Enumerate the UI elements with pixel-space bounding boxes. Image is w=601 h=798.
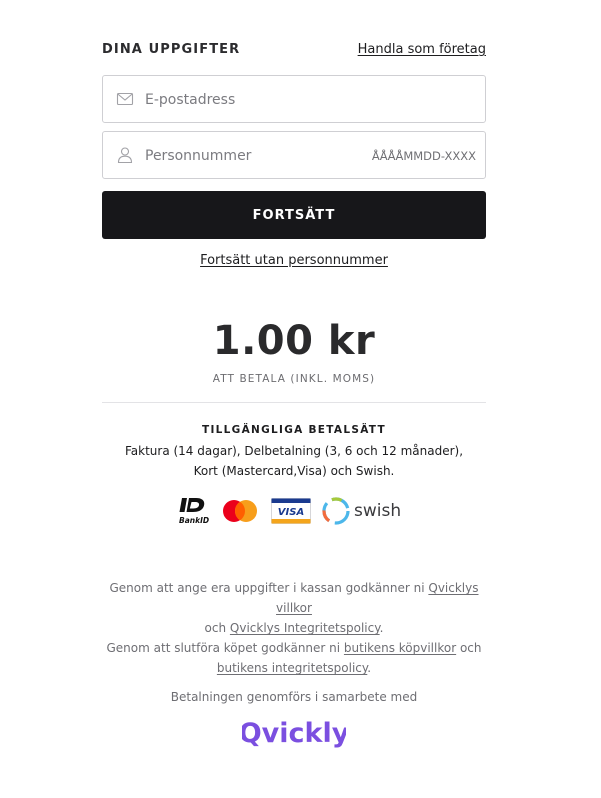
email-input[interactable] <box>145 88 365 112</box>
divider <box>102 402 486 403</box>
continue-without-ssn-link[interactable]: Fortsätt utan personnummer <box>200 253 388 268</box>
email-field[interactable] <box>102 75 486 123</box>
store-terms-link[interactable]: butikens köpvillkor <box>344 641 456 655</box>
legal-line1-prefix: Genom att ange era uppgifter i kassan go… <box>109 581 429 595</box>
amount-total: 1.00 kr <box>212 318 376 364</box>
payment-logos: BankID VISA swish <box>178 494 418 528</box>
shop-as-business-link[interactable]: Handla som företag <box>358 42 486 57</box>
amount-label: ATT BETALA (INKL. MOMS) <box>212 373 376 385</box>
continue-button[interactable]: FORTSÄTT <box>102 191 486 239</box>
payment-methods-title: TILLGÄNGLIGA BETALSÄTT <box>202 424 386 436</box>
bankid-logo-text: BankID <box>179 516 209 525</box>
partner-text: Betalningen genomförs i samarbete med <box>170 690 418 704</box>
ssn-input[interactable] <box>145 144 365 168</box>
mastercard-logo-icon <box>223 500 257 522</box>
ssn-field[interactable]: ÅÅÅÅMMDD-XXXX <box>102 131 486 179</box>
qvickly-logo: Qvickly <box>242 718 346 749</box>
swish-logo-text: swish <box>354 501 401 521</box>
legal-line2-end: . <box>367 661 372 675</box>
legal-line1-och: och <box>204 621 230 635</box>
legal-line1-end: . <box>379 621 384 635</box>
visa-logo-icon: VISA <box>271 498 311 524</box>
store-privacy-link[interactable]: butikens integritetspolicy <box>217 661 367 675</box>
swish-logo-icon: swish <box>322 497 401 525</box>
privacy-policy-link[interactable]: Qvicklys Integritetspolicy <box>230 621 380 635</box>
details-header: DINA UPPGIFTER Handla som företag <box>102 42 486 62</box>
brand-logo-text: Qvickly <box>242 718 346 749</box>
user-icon <box>117 147 133 164</box>
ssn-format-hint: ÅÅÅÅMMDD-XXXX <box>371 149 476 163</box>
visa-logo-text: VISA <box>278 507 304 518</box>
legal-line2-och: och <box>456 641 482 655</box>
legal-text: Genom att ange era uppgifter i kassan go… <box>90 578 498 678</box>
legal-line2-prefix: Genom att slutföra köpet godkänner ni <box>106 641 344 655</box>
continue-without-ssn-row: Fortsätt utan personnummer <box>102 253 486 268</box>
envelope-icon <box>116 92 134 106</box>
section-title: DINA UPPGIFTER <box>102 42 241 57</box>
bankid-logo-icon: BankID <box>179 498 209 525</box>
payment-methods-description: Faktura (14 dagar), Delbetalning (3, 6 o… <box>124 444 464 478</box>
